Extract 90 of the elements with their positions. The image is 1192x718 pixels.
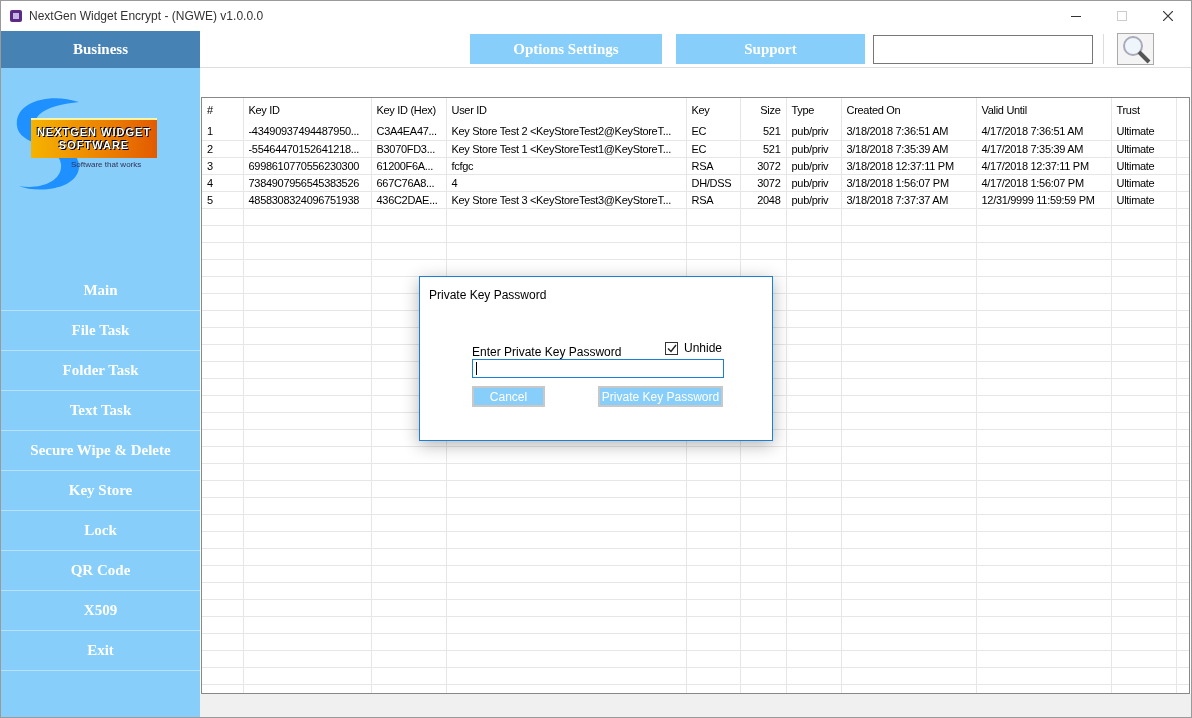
logo-text: NEXTGEN WIDGET <box>36 126 152 139</box>
field-label: Enter Private Key Password <box>472 344 622 361</box>
close-icon <box>1163 11 1173 21</box>
table-cell: pub/priv <box>786 191 841 208</box>
table-cell: 521 <box>740 140 786 157</box>
table-cell: 3/18/2018 1:56:07 PM <box>841 174 976 191</box>
table-cell: 3/18/2018 7:37:37 AM <box>841 191 976 208</box>
table-cell: Ultimate <box>1111 157 1176 174</box>
table-cell: 4/17/2018 7:36:51 AM <box>976 123 1111 140</box>
sidebar-item[interactable]: Folder Task <box>1 351 200 391</box>
table-cell: -43490937494487950... <box>243 123 371 140</box>
column-header[interactable]: Created On <box>841 98 976 123</box>
minimize-icon <box>1071 15 1081 17</box>
logo-text: SOFTWARE <box>58 139 130 152</box>
table-cell: 5 <box>202 191 243 208</box>
table-cell: 3 <box>202 157 243 174</box>
table-cell: -55464470152641218... <box>243 140 371 157</box>
table-cell: 521 <box>740 123 786 140</box>
search-button[interactable] <box>1117 33 1154 65</box>
table-cell: 3/18/2018 7:35:39 AM <box>841 140 976 157</box>
search-field[interactable] <box>873 34 1093 64</box>
table-cell: EC <box>686 140 740 157</box>
column-header[interactable]: Valid Until <box>976 98 1111 123</box>
table-cell: 7384907956545383526 <box>243 174 371 191</box>
column-header[interactable]: # <box>202 98 243 123</box>
table-cell: pub/priv <box>786 157 841 174</box>
unhide-checkbox[interactable]: Unhide <box>665 339 723 357</box>
table-cell: 4/17/2018 12:37:11 PM <box>976 157 1111 174</box>
table-cell: Ultimate <box>1111 174 1176 191</box>
table-cell: C3A4EA47... <box>371 123 446 140</box>
table-cell: Key Store Test 3 <KeyStoreTest3@KeyStoreT... <box>446 191 686 208</box>
table-cell: RSA <box>686 191 740 208</box>
check-icon <box>666 343 677 353</box>
table-cell: 61200F6A... <box>371 157 446 174</box>
table-cell: 1 <box>202 123 243 140</box>
sidebar-item[interactable]: Key Store <box>1 471 200 511</box>
password-field[interactable] <box>472 359 724 378</box>
sidebar-item[interactable]: Exit <box>1 631 200 671</box>
table-cell: 4/17/2018 1:56:07 PM <box>976 174 1111 191</box>
sidebar-item[interactable]: Secure Wipe & Delete <box>1 431 200 471</box>
column-header[interactable]: Size <box>740 98 786 123</box>
table-cell: EC <box>686 123 740 140</box>
table-cell: 12/31/9999 11:59:59 PM <box>976 191 1111 208</box>
table-cell: 667C76A8... <box>371 174 446 191</box>
sidebar-item[interactable]: QR Code <box>1 551 200 591</box>
table-cell: 4858308324096751938 <box>243 191 371 208</box>
table-cell: B3070FD3... <box>371 140 446 157</box>
dialog-button[interactable]: Cancel <box>472 386 545 407</box>
table-cell: Key Store Test 1 <KeyStoreTest1@KeyStoreT... <box>446 140 686 157</box>
sidebar-item[interactable]: Text Task <box>1 391 200 431</box>
table-cell: 4 <box>446 174 686 191</box>
table-cell: 436C2DAE... <box>371 191 446 208</box>
table-cell: RSA <box>686 157 740 174</box>
toolbar-button[interactable]: Options Settings <box>470 34 662 64</box>
table-cell: 2048 <box>740 191 786 208</box>
table-cell: Key Store Test 2 <KeyStoreTest2@KeyStoreT... <box>446 123 686 140</box>
sidebar-item[interactable]: Main <box>1 271 200 311</box>
sidebar-header: Business <box>1 31 200 68</box>
maximize-icon <box>1117 11 1127 21</box>
table-cell: pub/priv <box>786 140 841 157</box>
sidebar-item[interactable]: X509 <box>1 591 200 631</box>
table-cell: Ultimate <box>1111 140 1176 157</box>
table-cell: 3/18/2018 12:37:11 PM <box>841 157 976 174</box>
column-header[interactable]: Key <box>686 98 740 123</box>
column-header[interactable]: Key ID (Hex) <box>371 98 446 123</box>
window-title: NextGen Widget Encrypt - (NGWE) v1.0.0.0 <box>29 8 264 25</box>
toolbar-button[interactable]: Support <box>676 34 865 64</box>
app-icon <box>9 9 23 23</box>
table-cell: 4/17/2018 7:35:39 AM <box>976 140 1111 157</box>
column-header[interactable]: User ID <box>446 98 686 123</box>
table-cell: Ultimate <box>1111 123 1176 140</box>
table-cell: 3072 <box>740 157 786 174</box>
table-cell: DH/DSS <box>686 174 740 191</box>
table-cell: 2 <box>202 140 243 157</box>
table-cell: fcfgc <box>446 157 686 174</box>
table-cell: 6998610770556230300 <box>243 157 371 174</box>
table-cell: Ultimate <box>1111 191 1176 208</box>
column-header[interactable]: Type <box>786 98 841 123</box>
sidebar-item[interactable]: Lock <box>1 511 200 551</box>
table-cell: pub/priv <box>786 174 841 191</box>
sidebar-item[interactable]: File Task <box>1 311 200 351</box>
dialog-button[interactable]: Private Key Password <box>598 386 723 407</box>
dialog-title: Private Key Password <box>429 287 547 304</box>
column-header[interactable]: Key ID <box>243 98 371 123</box>
column-header[interactable]: Trust <box>1111 98 1176 123</box>
table-cell: pub/priv <box>786 123 841 140</box>
table-cell: 4 <box>202 174 243 191</box>
table-cell: 3/18/2018 7:36:51 AM <box>841 123 976 140</box>
checkbox-box[interactable] <box>665 341 678 355</box>
table-cell: 3072 <box>740 174 786 191</box>
